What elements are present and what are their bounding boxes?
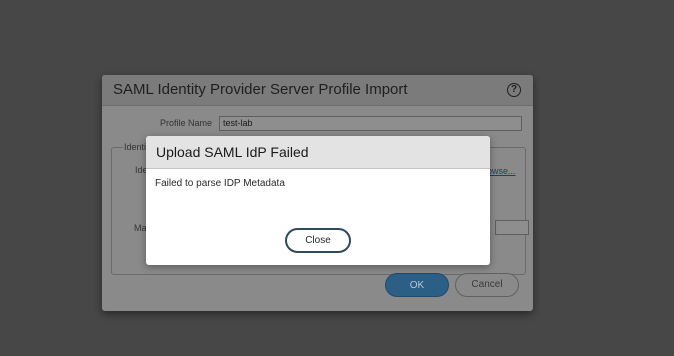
close-button[interactable]: Close	[285, 228, 351, 253]
fieldset-legend: Identi	[123, 142, 148, 152]
profile-name-label: Profile Name	[160, 118, 213, 128]
upload-failed-modal: Upload SAML IdP Failed Failed to parse I…	[146, 136, 490, 265]
dialog-title: SAML Identity Provider Server Profile Im…	[113, 81, 408, 98]
ok-button[interactable]: OK	[385, 273, 449, 297]
cancel-button[interactable]: Cancel	[455, 273, 519, 297]
error-message: Failed to parse IDP Metadata	[155, 178, 285, 189]
modal-header: Upload SAML IdP Failed	[146, 136, 490, 169]
profile-name-input[interactable]: test-lab	[219, 116, 522, 131]
help-icon[interactable]: ?	[507, 83, 521, 97]
max-clock-skew-label: Ma	[134, 223, 147, 233]
dialog-header: SAML Identity Provider Server Profile Im…	[102, 75, 533, 106]
browse-link[interactable]: owse...	[487, 166, 516, 176]
max-clock-skew-input[interactable]	[495, 220, 529, 235]
modal-title: Upload SAML IdP Failed	[156, 144, 309, 160]
